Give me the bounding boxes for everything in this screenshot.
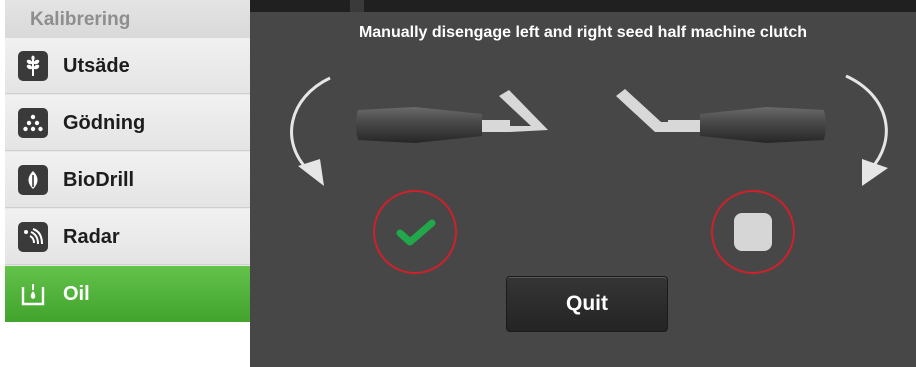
sidebar: Kalibrering Utsäde Gödning BioDrill Rada… bbox=[5, 0, 250, 322]
rotate-left-arrow-icon bbox=[290, 76, 331, 186]
radar-icon bbox=[18, 222, 48, 252]
right-clutch-status bbox=[711, 190, 795, 274]
sidebar-item-label: Oil bbox=[63, 283, 90, 305]
stop-icon bbox=[734, 213, 772, 251]
sidebar-item-label: BioDrill bbox=[63, 169, 135, 191]
top-strip bbox=[250, 0, 916, 12]
top-strip-notch bbox=[350, 0, 364, 12]
seed-icon bbox=[18, 51, 48, 81]
clutch-dialog: Manually disengage left and right seed h… bbox=[250, 12, 916, 367]
sidebar-item-oil[interactable]: Oil bbox=[5, 266, 250, 322]
sidebar-item-biodrill[interactable]: BioDrill bbox=[5, 152, 250, 208]
left-clutch-status bbox=[373, 190, 457, 274]
sidebar-item-label: Gödning bbox=[63, 112, 146, 134]
sidebar-item-utsade[interactable]: Utsäde bbox=[5, 38, 250, 94]
sidebar-header: Kalibrering bbox=[5, 0, 250, 39]
quit-button[interactable]: Quit bbox=[506, 276, 668, 332]
sidebar-item-label: Radar bbox=[63, 226, 120, 248]
check-icon bbox=[396, 219, 436, 246]
sidebar-item-label: Utsäde bbox=[63, 55, 130, 77]
sidebar-item-radar[interactable]: Radar bbox=[5, 209, 250, 265]
rotate-right-arrow-icon bbox=[845, 74, 888, 186]
sidebar-title: Kalibrering bbox=[30, 9, 131, 30]
oil-icon bbox=[18, 279, 48, 309]
sidebar-item-godning[interactable]: Gödning bbox=[5, 95, 250, 151]
left-clutch-lever bbox=[356, 90, 548, 143]
right-clutch-lever bbox=[616, 89, 826, 143]
biodrill-icon bbox=[18, 165, 48, 195]
fertilizer-icon bbox=[18, 108, 48, 138]
